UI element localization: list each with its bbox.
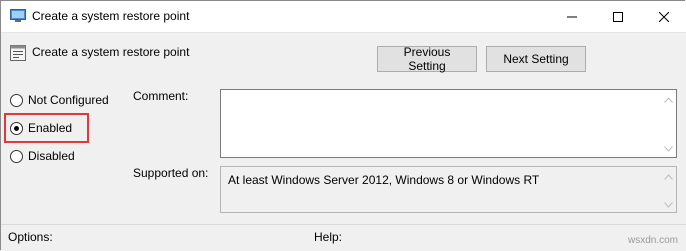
- comment-label: Comment:: [133, 89, 189, 103]
- maximize-icon: [613, 11, 623, 22]
- highlight-box: [4, 113, 89, 143]
- minimize-button[interactable]: [549, 1, 595, 32]
- radio-disabled[interactable]: Disabled: [10, 149, 75, 163]
- supported-on-label: Supported on:: [133, 166, 209, 180]
- close-button[interactable]: [641, 1, 686, 32]
- dialog-window: Create a system restore point Create a s…: [0, 0, 686, 250]
- radio-disabled-label: Disabled: [28, 149, 75, 163]
- supported-scroll-down-icon[interactable]: [664, 200, 673, 209]
- minimize-icon: [567, 16, 577, 17]
- title-bar[interactable]: Create a system restore point: [1, 1, 686, 33]
- comment-textarea[interactable]: [220, 89, 677, 158]
- maximize-button[interactable]: [595, 1, 641, 32]
- radio-not-configured-circle[interactable]: [10, 93, 23, 107]
- window-title: Create a system restore point: [32, 9, 190, 23]
- radio-not-configured[interactable]: Not Configured: [10, 93, 109, 107]
- policy-setting-icon: [10, 45, 26, 61]
- supported-on-box: At least Windows Server 2012, Windows 8 …: [220, 166, 677, 213]
- radio-disabled-circle[interactable]: [10, 149, 23, 163]
- next-setting-button[interactable]: Next Setting: [486, 46, 586, 72]
- previous-setting-button[interactable]: Previous Setting: [377, 45, 477, 73]
- policy-app-icon: [10, 9, 26, 23]
- watermark: wsxdn.com: [628, 235, 679, 246]
- help-label: Help:: [314, 230, 343, 244]
- close-icon: [659, 11, 669, 22]
- supported-scroll-up-icon[interactable]: [664, 172, 673, 181]
- scroll-up-icon[interactable]: [664, 95, 673, 104]
- setting-name: Create a system restore point: [32, 45, 190, 59]
- radio-not-configured-label: Not Configured: [28, 93, 109, 107]
- supported-on-value: At least Windows Server 2012, Windows 8 …: [228, 173, 540, 187]
- scroll-down-icon[interactable]: [664, 144, 673, 153]
- options-label: Options:: [8, 230, 53, 244]
- section-divider: [1, 224, 686, 225]
